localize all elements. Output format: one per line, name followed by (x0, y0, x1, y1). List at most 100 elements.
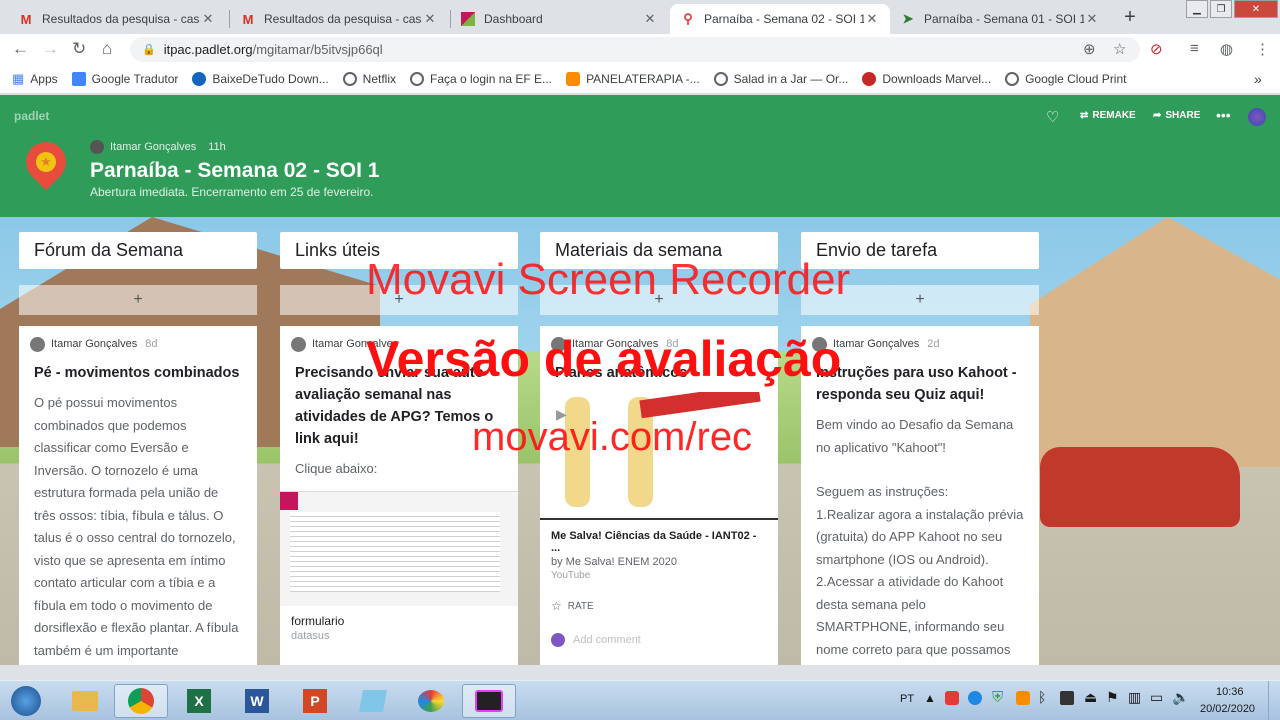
remake-label: REMAKE (1092, 110, 1136, 121)
back-icon[interactable]: ← (12, 39, 29, 59)
clock-date[interactable]: 20/02/2020 (1200, 703, 1255, 715)
tab-label: Dashboard (484, 12, 543, 26)
column-title: Links úteis (280, 232, 518, 269)
globe-icon (713, 71, 728, 86)
close-icon[interactable]: ✕ (200, 11, 216, 27)
tray-app-icon[interactable] (1016, 691, 1030, 705)
paint-icon (418, 690, 444, 712)
taskbar-movavi[interactable] (462, 684, 516, 718)
form-preview-image[interactable] (280, 490, 518, 606)
play-icon[interactable]: ▶ (556, 406, 567, 423)
video-title: Me Salva! Ciências da Saúde - IANT02 - .… (551, 530, 757, 554)
start-button[interactable] (6, 684, 46, 718)
tab-gmail-1[interactable]: M Resultados da pesquisa - cassio ✕ (8, 4, 226, 34)
profile-avatar-icon[interactable]: ◍ (1220, 40, 1233, 58)
new-tab-button[interactable]: + (1120, 6, 1140, 29)
anatomy-figure-illustration (565, 397, 590, 507)
bookmark-apps[interactable]: ▦ Apps (12, 71, 58, 87)
address-bar[interactable]: 🔒 itpac.padlet.org/mgitamar/b5itvsjp66ql (130, 37, 1140, 62)
post-title: Pé - movimentos combinados (34, 365, 240, 381)
tray-app-icon[interactable] (945, 691, 959, 705)
bookmark-label: BaixeDeTudo Down... (212, 71, 329, 86)
bookmark-netflix[interactable]: Netflix (342, 71, 396, 86)
home-icon[interactable]: ⌂ (102, 39, 112, 59)
tray-app-icon[interactable] (1060, 691, 1074, 705)
padlet-brand[interactable]: padlet (14, 109, 49, 123)
pdf-extension-icon[interactable]: ⊘ (1150, 40, 1163, 58)
hardware-icon[interactable]: ⏏ (1084, 689, 1097, 706)
tray-app-icon[interactable] (968, 691, 982, 705)
shield-icon[interactable]: ⛨ (992, 689, 1003, 706)
network-icon[interactable]: ▥ (1128, 689, 1141, 706)
show-desktop-button[interactable] (1268, 681, 1280, 720)
reload-icon[interactable]: ↻ (72, 39, 86, 59)
video-thumbnail[interactable]: ▶ (540, 392, 778, 520)
add-post-button[interactable]: + (19, 285, 257, 315)
bookmark-star-icon[interactable]: ☆ (1113, 40, 1126, 58)
add-post-button[interactable]: + (280, 285, 518, 315)
bookmark-baixedetudo[interactable]: BaixeDeTudo Down... (192, 71, 329, 86)
rate-button[interactable]: ☆ RATE (540, 581, 778, 613)
bookmark-salad-in-a-jar[interactable]: Salad in a Jar — Or... (713, 71, 848, 86)
taskbar-file-explorer[interactable] (58, 684, 112, 718)
bookmark-google-tradutor[interactable]: Google Tradutor (71, 71, 178, 86)
add-icon[interactable]: ⊕ (1083, 40, 1096, 58)
close-icon[interactable]: ✕ (1084, 11, 1100, 27)
post-title: Precisando enviar sua auto avaliação sem… (295, 365, 494, 447)
power-icon[interactable]: ▭ (1150, 689, 1163, 706)
taskbar-paint[interactable] (404, 684, 458, 718)
share-button[interactable]: ➦ SHARE (1153, 110, 1200, 121)
restore-button[interactable]: ❐ (1210, 0, 1232, 18)
language-indicator[interactable]: PT (900, 693, 914, 705)
close-window-button[interactable]: ✕ (1234, 0, 1278, 18)
taskbar-word[interactable]: W (230, 684, 284, 718)
taskbar-chrome[interactable] (114, 684, 168, 718)
attachment-source: datasus (291, 629, 330, 642)
user-avatar[interactable] (1248, 108, 1266, 126)
bookmark-ef-login[interactable]: Faça o login na EF E... (410, 71, 552, 86)
more-bookmarks-icon[interactable]: » (1254, 71, 1262, 87)
flag-icon[interactable]: ⚑ (1106, 689, 1119, 706)
avatar (551, 336, 566, 352)
close-icon[interactable]: ✕ (864, 11, 880, 27)
column-envio: Envio de tarefa + (801, 232, 1039, 315)
more-options-icon[interactable]: ••• (1216, 107, 1231, 123)
powerpoint-icon: P (303, 689, 327, 713)
board-author: Itamar Gonçalves (110, 141, 197, 153)
add-post-button[interactable]: + (801, 285, 1039, 315)
post-card-planos[interactable]: Itamar Gonçalves 8d Planos anatômicos ▶ M… (540, 326, 778, 665)
minimize-button[interactable]: ▁ (1186, 0, 1208, 18)
tab-parnaiba-semana-02[interactable]: ⚲ Parnaíba - Semana 02 - SOI 1 ✕ (670, 4, 890, 34)
taskbar-notepad[interactable] (346, 684, 400, 718)
menu-dots-icon[interactable]: ⋮ (1255, 40, 1270, 58)
comment-input[interactable]: Add comment (540, 613, 778, 647)
tray-chevron-icon[interactable]: ▲ (924, 691, 936, 705)
taskbar-excel[interactable]: X (172, 684, 226, 718)
bluetooth-icon[interactable]: ᛒ (1038, 689, 1046, 705)
video-byline: by Me Salva! ENEM 2020 (551, 556, 677, 568)
bookmark-downloads-marvel[interactable]: Downloads Marvel... (862, 71, 991, 86)
close-icon[interactable]: ✕ (642, 11, 658, 27)
taskbar-powerpoint[interactable]: P (288, 684, 342, 718)
remake-button[interactable]: ⇄ REMAKE (1080, 110, 1136, 121)
close-icon[interactable]: ✕ (422, 11, 438, 27)
tab-dashboard[interactable]: Dashboard ✕ (450, 4, 668, 34)
avatar (812, 336, 827, 352)
bookmark-label: Netflix (362, 71, 396, 86)
forward-icon[interactable]: → (42, 39, 59, 59)
heart-icon[interactable]: ♡ (1046, 108, 1059, 126)
playlist-icon[interactable]: ≡ (1190, 40, 1199, 57)
post-steps-intro: Seguem as instruções: (816, 484, 949, 499)
bookmark-google-cloud-print[interactable]: Google Cloud Print (1005, 71, 1126, 86)
tab-strip: M Resultados da pesquisa - cassio ✕ M Re… (0, 0, 1280, 34)
add-post-button[interactable]: + (540, 285, 778, 315)
tab-parnaiba-semana-01[interactable]: ➤ Parnaíba - Semana 01 - SOI 1 ✕ (890, 4, 1110, 34)
post-card-pe[interactable]: Itamar Gonçalves 8d Pé - movimentos combi… (19, 326, 257, 665)
clock-time[interactable]: 10:36 (1216, 686, 1244, 698)
tab-gmail-2[interactable]: M Resultados da pesquisa - cassio ✕ (230, 4, 448, 34)
post-card-kahoot[interactable]: Itamar Gonçalves 2d Instruções para uso K… (801, 326, 1039, 665)
post-card-autoavaliacao[interactable]: Itamar Gonçalves Precisando enviar sua a… (280, 326, 518, 665)
bookmark-panelaterapia[interactable]: PANELATERAPIA -... (566, 71, 700, 86)
volume-icon[interactable]: 🔈 (1172, 689, 1189, 706)
post-author-row: Itamar Gonçalves (280, 326, 518, 352)
